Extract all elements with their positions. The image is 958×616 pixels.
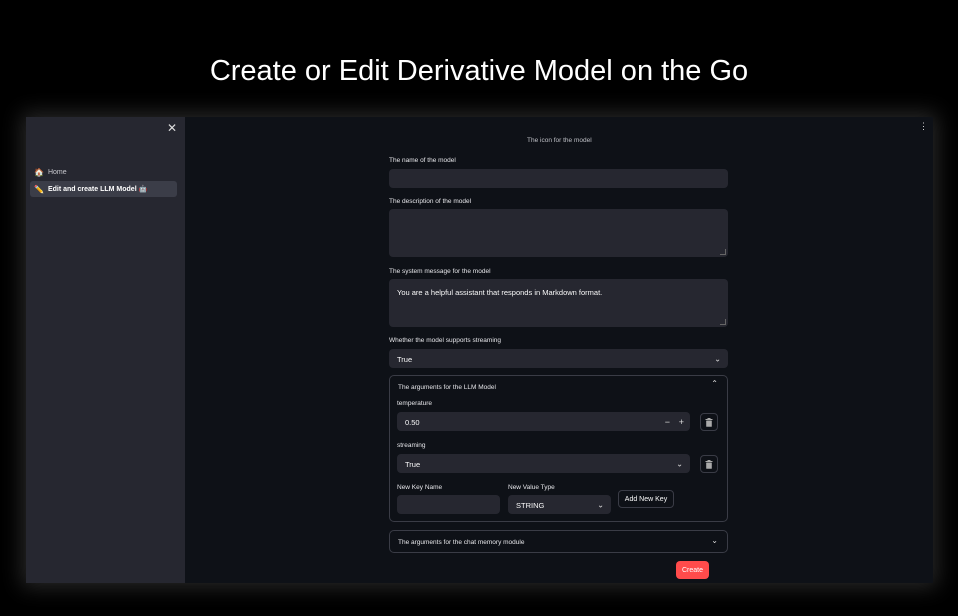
system-message-label: The system message for the model: [389, 268, 491, 275]
description-label: The description of the model: [389, 198, 472, 205]
pencil-icon: ✏️: [34, 184, 44, 194]
streaming-select[interactable]: True ⌄: [389, 349, 728, 368]
description-textarea[interactable]: [389, 209, 728, 257]
icon-caption: The icon for the model: [527, 137, 592, 144]
kebab-menu-icon[interactable]: ⋮: [919, 121, 928, 132]
name-input[interactable]: [389, 169, 728, 188]
temperature-label: temperature: [397, 400, 433, 407]
sidebar-item-label: Home: [47, 168, 67, 176]
chevron-down-icon: ⌄: [597, 500, 604, 509]
page-banner-title: Create or Edit Derivative Model on the G…: [209, 55, 749, 87]
new-key-label: New Key Name: [397, 484, 443, 491]
new-key-input[interactable]: [397, 495, 500, 514]
streaming-arg-value: True: [405, 460, 421, 469]
chevron-down-icon: ⌄: [711, 536, 718, 545]
chevron-down-icon: ⌄: [676, 459, 683, 468]
sidebar: ✕ 🏠 Home ✏️ Edit and create LLM Model 🤖: [26, 117, 185, 583]
delete-temperature-button[interactable]: [700, 413, 718, 431]
streaming-label: Whether the model supports streaming: [389, 337, 501, 344]
create-button[interactable]: Create: [676, 561, 709, 579]
memory-args-expander[interactable]: The arguments for the chat memory module…: [389, 530, 728, 553]
sidebar-item-label: Edit and create LLM Model 🤖: [47, 186, 148, 193]
plus-icon[interactable]: +: [679, 417, 684, 427]
chevron-up-icon[interactable]: ⌃: [711, 379, 718, 388]
close-icon[interactable]: ✕: [167, 121, 177, 135]
resize-grip-icon[interactable]: [720, 249, 726, 255]
minus-icon[interactable]: −: [665, 417, 670, 427]
new-value-type-value: STRING: [516, 501, 545, 510]
chevron-down-icon: ⌄: [714, 354, 721, 363]
name-label: The name of the model: [389, 157, 456, 164]
temperature-value: 0.50: [405, 418, 420, 427]
trash-icon: [705, 417, 713, 427]
llm-args-title[interactable]: The arguments for the LLM Model: [398, 384, 496, 391]
system-message-value: You are a helpful assistant that respond…: [397, 288, 603, 297]
resize-grip-icon[interactable]: [720, 319, 726, 325]
sidebar-item-edit-model[interactable]: ✏️ Edit and create LLM Model 🤖: [30, 181, 177, 197]
memory-args-title: The arguments for the chat memory module: [398, 539, 525, 546]
trash-icon: [705, 459, 713, 469]
system-message-textarea[interactable]: You are a helpful assistant that respond…: [389, 279, 728, 327]
new-value-type-select[interactable]: STRING ⌄: [508, 495, 611, 514]
app-window: ✕ 🏠 Home ✏️ Edit and create LLM Model 🤖 …: [26, 117, 933, 583]
streaming-select-value: True: [397, 355, 413, 364]
streaming-arg-label: streaming: [397, 442, 426, 449]
llm-args-expander: The arguments for the LLM Model ⌃ temper…: [389, 375, 728, 522]
main-content: ⋮ The icon for the model The name of the…: [185, 117, 933, 583]
temperature-stepper[interactable]: 0.50 − +: [397, 412, 690, 431]
sidebar-item-home[interactable]: 🏠 Home: [30, 164, 177, 180]
new-value-type-label: New Value Type: [508, 484, 555, 491]
streaming-arg-select[interactable]: True ⌄: [397, 454, 690, 473]
delete-streaming-button[interactable]: [700, 455, 718, 473]
add-new-key-button[interactable]: Add New Key: [618, 490, 674, 508]
home-icon: 🏠: [34, 167, 44, 177]
